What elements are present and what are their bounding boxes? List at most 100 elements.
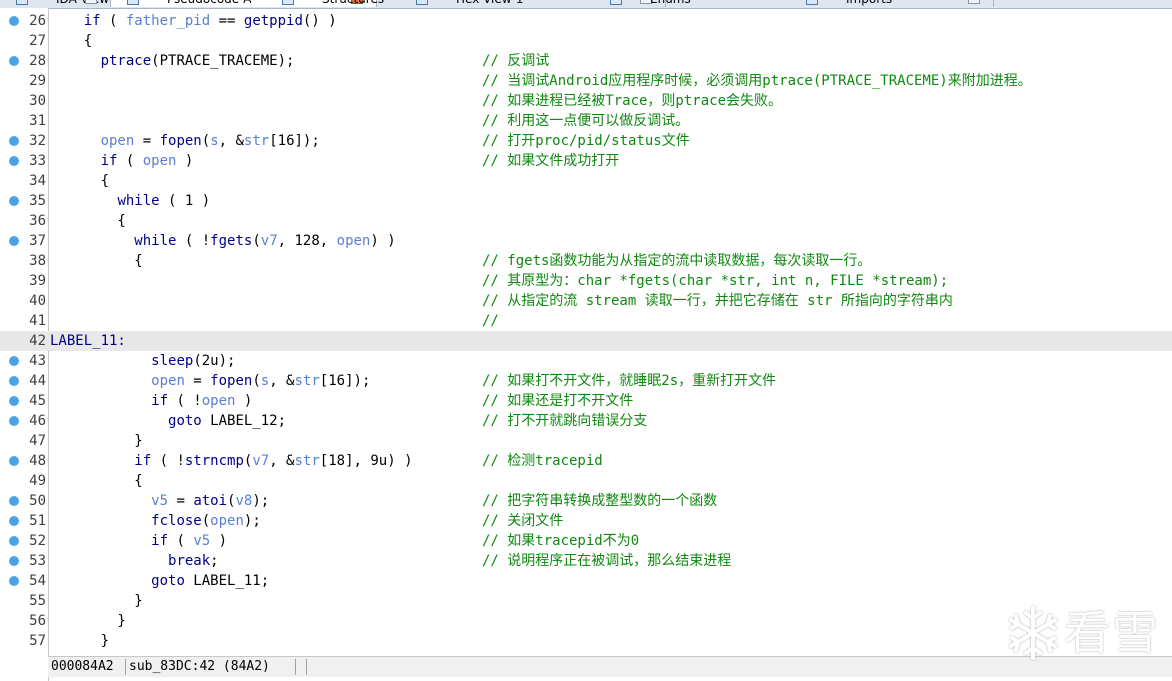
code-line[interactable]: 33 if ( open ) // 如果文件成功打开: [0, 151, 1172, 171]
breakpoint-dot-icon[interactable]: [9, 356, 19, 366]
code-line[interactable]: 29 // 当调试Android应用程序时候，必须调用ptrace(PTRACE_…: [0, 71, 1172, 91]
breakpoint-dot-icon[interactable]: [9, 556, 19, 566]
code-text[interactable]: while ( 1 ): [50, 191, 210, 211]
tab-imports[interactable]: Imports: [790, 0, 1172, 7]
code-text[interactable]: fclose(open);: [50, 511, 261, 531]
code-line[interactable]: 48 if ( !strncmp(v7, &str[18], 9u) )// 检…: [0, 451, 1172, 471]
breakpoint-dot-icon[interactable]: [9, 376, 19, 386]
code-line[interactable]: 57 }: [0, 631, 1172, 651]
code-text[interactable]: ptrace(PTRACE_TRACEME);: [50, 51, 295, 71]
code-line[interactable]: 43 sleep(2u);: [0, 351, 1172, 371]
code-text[interactable]: }: [50, 631, 109, 651]
breakpoint-dot-icon[interactable]: [9, 516, 19, 526]
code-text[interactable]: open = fopen(s, &str[16]);: [50, 131, 320, 151]
code-line[interactable]: 38 {// fgets函数功能为从指定的流中读取数据，每次读取一行。: [0, 251, 1172, 271]
code-text[interactable]: goto LABEL_12;: [50, 411, 286, 431]
close-icon[interactable]: [85, 0, 97, 4]
code-text[interactable]: }: [50, 591, 142, 611]
line-number: 41: [29, 313, 46, 329]
code-keyword: sleep: [151, 353, 194, 369]
code-variable: open: [336, 233, 371, 249]
breakpoint-dot-icon[interactable]: [9, 196, 19, 206]
code-comment: // 如果打不开文件，就睡眠2s，重新打开文件: [482, 373, 777, 389]
code-comment: //: [482, 313, 499, 329]
code-line[interactable]: 36 {: [0, 211, 1172, 231]
code-text[interactable]: }: [50, 611, 125, 631]
code-line[interactable]: 51 fclose(open); // 关闭文件: [0, 511, 1172, 531]
code-line[interactable]: 45 if ( !open ) // 如果还是打不开文件: [0, 391, 1172, 411]
code-text[interactable]: goto LABEL_11;: [50, 571, 269, 591]
code-variable: v8: [235, 493, 253, 509]
code-text[interactable]: v5 = atoi(v8);: [50, 491, 269, 511]
breakpoint-dot-icon[interactable]: [9, 56, 19, 66]
code-token: );: [252, 493, 270, 509]
breakpoint-dot-icon[interactable]: [9, 416, 19, 426]
code-variable: s: [210, 133, 219, 149]
code-line[interactable]: 32 open = fopen(s, &str[16]); // 打开proc/p…: [0, 131, 1172, 151]
tab-bar: IDA View-A Pseudocode-A Structures Hex View…: [0, 0, 1172, 9]
code-text[interactable]: while ( !fgets(v7, 128, open) ): [50, 231, 395, 251]
code-text[interactable]: {: [50, 171, 109, 191]
code-line[interactable]: 52 if ( v5 ) // 如果tracepid不为0: [0, 531, 1172, 551]
code-line[interactable]: 55 }: [0, 591, 1172, 611]
code-line[interactable]: 50 v5 = atoi(v8); // 把字符串转换成整型数的一个函数: [0, 491, 1172, 511]
code-line[interactable]: 30 // 如果进程已经被Trace，则ptrace会失败。: [0, 91, 1172, 111]
code-token: (: [201, 513, 211, 529]
breakpoint-dot-icon[interactable]: [9, 536, 19, 546]
code-line[interactable]: 56 }: [0, 611, 1172, 631]
code-line[interactable]: 31 // 利用这一点便可以做反调试。: [0, 111, 1172, 131]
breakpoint-dot-icon[interactable]: [9, 456, 19, 466]
code-text[interactable]: {: [50, 251, 142, 271]
code-keyword: ptrace: [100, 53, 152, 69]
code-text[interactable]: if ( open ): [50, 151, 194, 171]
code-line[interactable]: 39 // 其原型为：char *fgets(char *str, int n, …: [0, 271, 1172, 291]
code-line[interactable]: 54 goto LABEL_11;: [0, 571, 1172, 591]
code-text[interactable]: LABEL_11:: [50, 331, 126, 351]
tab-label: Hex View-1: [456, 0, 524, 6]
breakpoint-dot-icon[interactable]: [9, 156, 19, 166]
breakpoint-dot-icon[interactable]: [9, 396, 19, 406]
pseudocode-view[interactable]: 26 if ( father_pid == getppid() ) 27 {28 …: [0, 11, 1172, 651]
code-line[interactable]: 53 break; // 说明程序正在被调试，那么结束进程: [0, 551, 1172, 571]
code-line[interactable]: 49 {: [0, 471, 1172, 491]
line-number: 42: [29, 333, 46, 349]
code-line[interactable]: 46 goto LABEL_12; // 打不开就跳向错误分支: [0, 411, 1172, 431]
code-text[interactable]: if ( !strncmp(v7, &str[18], 9u) ): [50, 451, 412, 471]
code-text[interactable]: }: [50, 431, 142, 451]
code-line[interactable]: 42 LABEL_11:: [0, 331, 1172, 351]
code-variable: open: [151, 373, 185, 389]
line-number: 31: [29, 113, 46, 129]
code-text[interactable]: sleep(2u);: [50, 351, 235, 371]
code-text[interactable]: if ( v5 ): [50, 531, 227, 551]
code-token: =: [184, 373, 211, 389]
code-token: ( !: [176, 233, 211, 249]
code-text[interactable]: {: [50, 31, 92, 51]
code-line[interactable]: 37 while ( !fgets(v7, 128, open) ): [0, 231, 1172, 251]
code-line[interactable]: 35 while ( 1 ): [0, 191, 1172, 211]
code-line[interactable]: 41 //: [0, 311, 1172, 331]
tab-ida-view-a[interactable]: IDA View-A: [0, 0, 121, 7]
code-variable: v7: [260, 233, 278, 249]
code-text[interactable]: if ( father_pid == getppid() ): [50, 11, 337, 31]
code-text[interactable]: {: [50, 471, 142, 491]
breakpoint-dot-icon[interactable]: [9, 16, 19, 26]
breakpoint-dot-icon[interactable]: [9, 496, 19, 506]
breakpoint-dot-icon[interactable]: [9, 576, 19, 586]
tab-label: Imports: [846, 0, 892, 6]
code-text[interactable]: break;: [50, 551, 219, 571]
code-line[interactable]: 34 {: [0, 171, 1172, 191]
breakpoint-dot-icon[interactable]: [9, 136, 19, 146]
breakpoint-dot-icon[interactable]: [9, 236, 19, 246]
code-line[interactable]: 27 {: [0, 31, 1172, 51]
code-text[interactable]: if ( !open ): [50, 391, 252, 411]
code-line[interactable]: 40 // 从指定的流 stream 读取一行，并把它存储在 str 所指向的字符…: [0, 291, 1172, 311]
code-line[interactable]: 47 }: [0, 431, 1172, 451]
code-line[interactable]: 28 ptrace(PTRACE_TRACEME); // 反调试: [0, 51, 1172, 71]
code-text[interactable]: {: [50, 211, 125, 231]
code-line[interactable]: 44 open = fopen(s, &str[16]); // 如果打不开文件，…: [0, 371, 1172, 391]
code-line[interactable]: 26 if ( father_pid == getppid() ): [0, 11, 1172, 31]
code-text[interactable]: open = fopen(s, &str[16]);: [50, 371, 370, 391]
code-keyword: fgets: [210, 233, 253, 249]
